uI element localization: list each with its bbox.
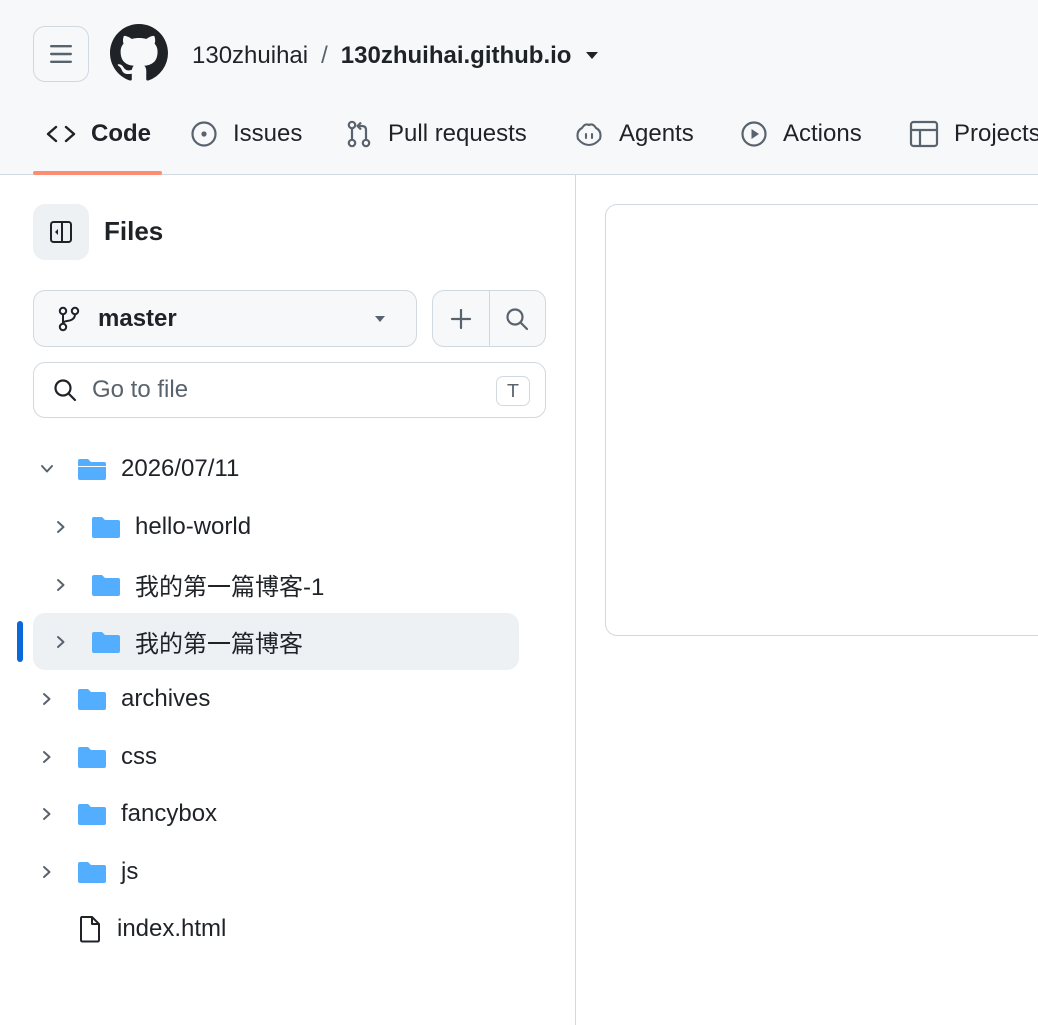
- search-icon: [54, 379, 77, 402]
- repo-tab-nav: Code Issues Pull requests Agents Actions…: [0, 105, 1038, 175]
- folder-icon: [77, 802, 107, 826]
- sidebar-collapse-icon: [50, 221, 72, 243]
- chevron-right-icon[interactable]: [51, 520, 71, 534]
- tree-item-folder-2026-07-11[interactable]: 2026/07/11: [37, 440, 239, 497]
- chevron-right-icon[interactable]: [37, 692, 57, 706]
- tree-item-label: css: [121, 742, 157, 770]
- github-logo-icon[interactable]: [110, 24, 168, 82]
- tree-item-label: hello-world: [135, 512, 252, 540]
- file-icon: [77, 914, 103, 944]
- table-icon: [909, 120, 939, 148]
- git-branch-icon: [58, 306, 80, 331]
- tab-agents[interactable]: Agents: [573, 105, 694, 163]
- go-to-file-search[interactable]: T: [33, 362, 546, 418]
- issue-opened-icon: [191, 121, 217, 147]
- folder-icon: [91, 573, 121, 597]
- tree-item-folder-hello-world[interactable]: hello-world: [51, 498, 251, 555]
- tree-item-label: 我的第一篇博客-1: [135, 574, 325, 601]
- tab-issues-label: Issues: [233, 120, 303, 147]
- go-to-file-input[interactable]: [92, 376, 472, 404]
- tab-pull-requests[interactable]: Pull requests: [344, 105, 527, 163]
- breadcrumb-repo-link[interactable]: 130zhuihai.github.io: [341, 42, 572, 70]
- breadcrumb: 130zhuihai / 130zhuihai.github.io: [192, 38, 599, 74]
- tab-actions[interactable]: Actions: [739, 105, 862, 163]
- tab-projects[interactable]: Projects: [908, 105, 1038, 163]
- search-code-button[interactable]: [488, 291, 546, 346]
- tree-item-file-index-html[interactable]: index.html: [77, 900, 226, 957]
- repo-header: 130zhuihai / 130zhuihai.github.io Code I…: [0, 0, 1038, 175]
- add-file-button[interactable]: [433, 291, 489, 346]
- tree-item-label: js: [121, 857, 139, 885]
- collapse-file-tree-button[interactable]: [33, 204, 89, 260]
- tree-item-label: 我的第一篇博客: [135, 631, 303, 658]
- tree-item-folder-fancybox[interactable]: fancybox: [37, 785, 217, 842]
- chevron-right-icon[interactable]: [37, 750, 57, 764]
- breadcrumb-separator: /: [321, 42, 328, 69]
- git-pull-request-icon: [347, 120, 371, 148]
- tab-code[interactable]: Code: [45, 105, 151, 163]
- chevron-right-icon[interactable]: [51, 578, 71, 592]
- content-panel: [605, 204, 1038, 636]
- folder-icon: [77, 860, 107, 884]
- tab-pull-requests-label: Pull requests: [388, 120, 527, 147]
- plus-icon: [450, 308, 471, 329]
- chevron-right-icon[interactable]: [51, 635, 71, 649]
- tree-item-folder-css[interactable]: css: [37, 728, 157, 785]
- keyboard-shortcut-hint: T: [496, 376, 530, 406]
- tree-item-folder-archives[interactable]: archives: [37, 670, 210, 727]
- active-tab-underline: [33, 171, 162, 175]
- branch-name: master: [98, 304, 177, 332]
- files-heading: Files: [104, 216, 164, 246]
- menu-button[interactable]: [33, 26, 89, 82]
- triangle-down-icon: [375, 316, 385, 322]
- tab-projects-label: Projects: [954, 120, 1038, 147]
- tree-item-folder-blog-post-1[interactable]: 我的第一篇博客-1: [51, 556, 324, 613]
- pane-divider[interactable]: [575, 175, 576, 1025]
- tree-item-label: fancybox: [121, 799, 218, 827]
- tab-issues[interactable]: Issues: [189, 105, 302, 163]
- play-icon: [741, 121, 767, 147]
- tree-item-label: 2026/07/11: [121, 454, 240, 482]
- tab-agents-label: Agents: [619, 120, 694, 147]
- repo-dropdown-caret[interactable]: [585, 51, 599, 61]
- tab-code-label: Code: [91, 120, 151, 147]
- file-actions-group: [432, 290, 546, 347]
- chevron-right-icon[interactable]: [37, 865, 57, 879]
- folder-icon: [91, 630, 121, 654]
- breadcrumb-owner-link[interactable]: 130zhuihai: [192, 42, 308, 70]
- triangle-down-icon: [586, 52, 599, 59]
- folder-open-icon: [77, 457, 107, 481]
- search-icon: [506, 307, 529, 330]
- hamburger-icon: [50, 45, 72, 63]
- tree-item-folder-js[interactable]: js: [37, 843, 138, 900]
- folder-icon: [77, 687, 107, 711]
- folder-icon: [77, 745, 107, 769]
- chevron-right-icon[interactable]: [37, 807, 57, 821]
- tree-item-label: archives: [121, 684, 211, 712]
- chevron-down-icon[interactable]: [37, 464, 57, 474]
- folder-icon: [91, 515, 121, 539]
- tree-item-folder-blog-post[interactable]: 我的第一篇博客: [33, 613, 519, 670]
- code-icon: [46, 125, 76, 143]
- selected-item-indicator: [17, 621, 23, 662]
- branch-selector[interactable]: master: [33, 290, 417, 347]
- copilot-icon: [576, 123, 602, 147]
- tree-item-label: index.html: [117, 914, 227, 942]
- tab-actions-label: Actions: [783, 120, 862, 147]
